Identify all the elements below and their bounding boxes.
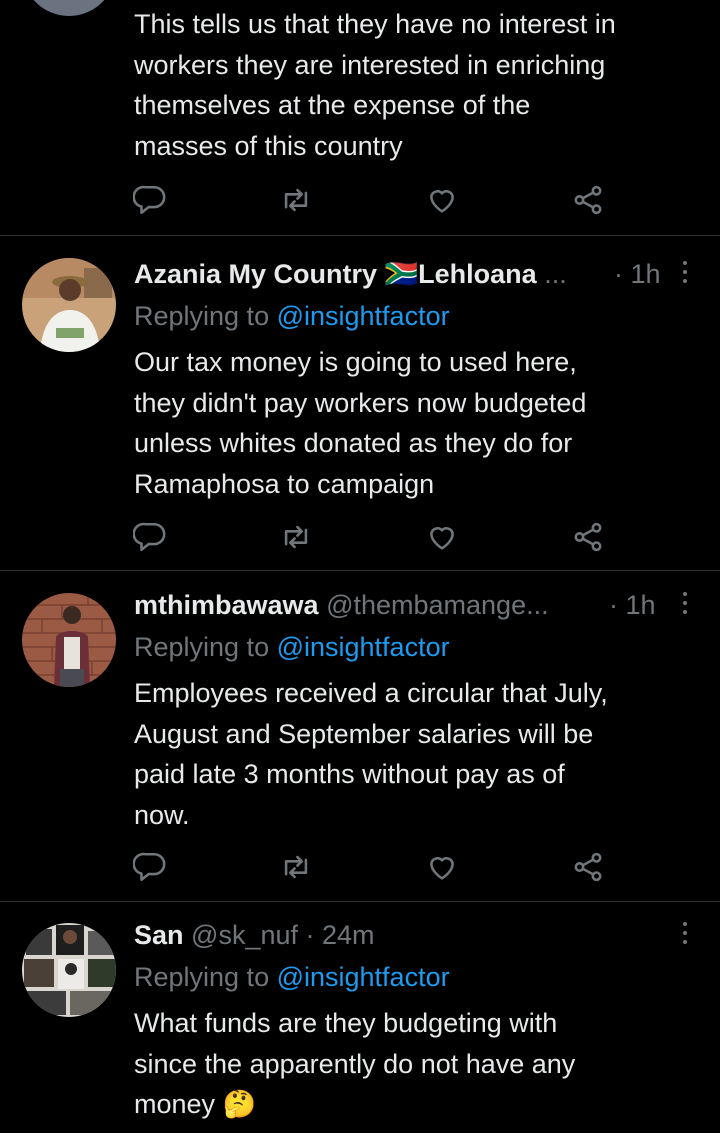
tweet-2[interactable]: mthimbawawa @thembamange... · 1h Replyin… <box>0 585 720 895</box>
tweet-text-line: Ramaphosa to campaign <box>134 468 435 499</box>
tweet-1[interactable]: Azania My Country 🇿🇦Lehloana ... · 1h Re… <box>0 254 720 564</box>
more-icon[interactable] <box>674 256 696 290</box>
replying-to: Replying to @insightfactor <box>134 296 450 336</box>
tweet-text: Employees received a circular that July,… <box>134 673 694 835</box>
mention-link[interactable]: @insightfactor <box>277 962 450 992</box>
share-icon[interactable] <box>571 850 605 884</box>
username[interactable]: @thembamange... <box>326 590 549 620</box>
tweet-text-line: workers they are interested in enriching <box>134 49 606 80</box>
tweet-text-line: What funds are they budgeting with <box>134 1008 558 1038</box>
tweet-0[interactable]: This tells us that they have no interest… <box>0 0 720 234</box>
tweet-header: San @sk_nuf · 24m <box>134 915 650 955</box>
thinking-emoji: 🤔 <box>222 1089 257 1119</box>
tweet-text-line: themselves at the expense of the <box>134 90 531 120</box>
display-name[interactable]: mthimbawawa <box>134 590 319 620</box>
more-icon[interactable] <box>674 917 696 951</box>
timestamp[interactable]: · 1h <box>614 254 661 294</box>
divider <box>0 901 720 902</box>
tweet-text-line: now. <box>134 799 190 830</box>
avatar[interactable] <box>22 593 116 687</box>
tweet-text-line: since the apparently do not have any <box>134 1048 576 1079</box>
avatar[interactable] <box>22 258 116 352</box>
retweet-icon[interactable] <box>279 850 313 884</box>
tweet-text: What funds are they budgeting with since… <box>134 1003 694 1125</box>
like-icon[interactable] <box>425 183 459 217</box>
tweet-text-line: masses of this country <box>134 130 403 161</box>
tweet-text-line: August and September salaries will be <box>134 718 594 749</box>
timestamp[interactable]: · 1h <box>609 585 656 625</box>
display-name[interactable]: San <box>134 920 184 950</box>
retweet-icon[interactable] <box>279 183 313 217</box>
reply-icon[interactable] <box>133 183 167 217</box>
tweet-actions <box>0 183 720 223</box>
avatar[interactable] <box>22 923 116 1017</box>
like-icon[interactable] <box>425 520 459 554</box>
timestamp[interactable]: · 24m <box>306 920 375 950</box>
tweet-header: Azania My Country 🇿🇦Lehloana ... <box>134 254 650 294</box>
tweet-actions <box>0 520 720 560</box>
tweet-header: mthimbawawa @thembamange... <box>134 585 650 625</box>
divider <box>0 570 720 571</box>
tweet-text-line: Employees received a circular that July, <box>134 678 608 708</box>
tweet-text: Our tax money is going to used here, the… <box>134 342 694 504</box>
more-icon[interactable] <box>674 587 696 621</box>
display-name-tail[interactable]: Lehloana <box>418 259 537 289</box>
share-icon[interactable] <box>571 183 605 217</box>
like-icon[interactable] <box>425 850 459 884</box>
mention-link[interactable]: @insightfactor <box>277 632 450 662</box>
replying-to: Replying to @insightfactor <box>134 627 450 667</box>
replying-to-label: Replying to <box>134 962 277 992</box>
tweet-actions <box>0 850 720 890</box>
tweet-text-line: money 🤔 <box>134 1084 694 1125</box>
mention-link[interactable]: @insightfactor <box>277 301 450 331</box>
tweet-text: This tells us that they have no interest… <box>134 4 694 166</box>
replying-to-label: Replying to <box>134 301 277 331</box>
reply-icon[interactable] <box>133 850 167 884</box>
username[interactable]: @sk_nuf <box>191 920 298 950</box>
tweet-text-segment: money <box>134 1089 216 1119</box>
tweet-text-line: unless whites donated as they do for <box>134 428 573 458</box>
replying-to-label: Replying to <box>134 632 277 662</box>
tweet-text-line: they didn't pay workers now budgeted <box>134 387 587 418</box>
tweet-text-line: This tells us that they have no interest… <box>134 9 616 39</box>
reply-icon[interactable] <box>133 520 167 554</box>
divider <box>0 235 720 236</box>
tweet-thread: This tells us that they have no interest… <box>0 0 720 1133</box>
flag-emoji: 🇿🇦 <box>384 259 419 289</box>
display-name[interactable]: Azania My Country <box>134 259 377 289</box>
username[interactable]: ... <box>544 259 567 289</box>
share-icon[interactable] <box>571 520 605 554</box>
retweet-icon[interactable] <box>279 520 313 554</box>
tweet-3[interactable]: San @sk_nuf · 24m Replying to @insightfa… <box>0 915 720 1133</box>
tweet-text-line: Our tax money is going to used here, <box>134 347 577 377</box>
avatar[interactable] <box>22 0 116 16</box>
tweet-text-line: paid late 3 months without pay as of <box>134 759 565 789</box>
replying-to: Replying to @insightfactor <box>134 957 450 997</box>
